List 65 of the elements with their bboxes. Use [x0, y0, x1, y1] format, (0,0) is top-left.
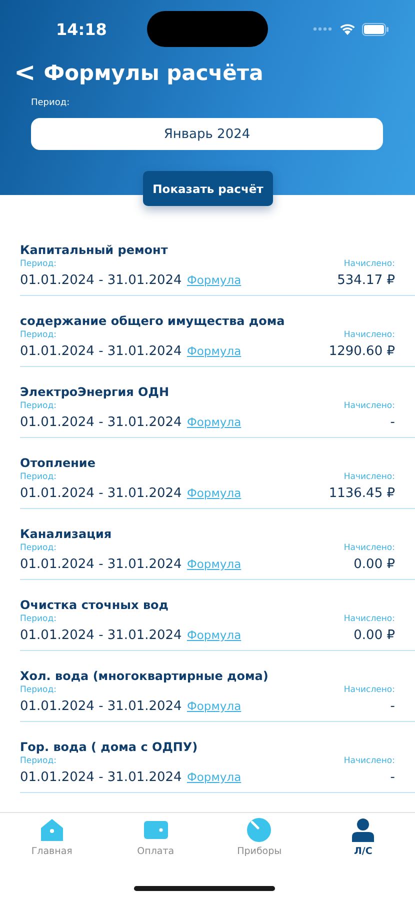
- formula-link[interactable]: Формула: [187, 770, 242, 784]
- period-dates: 01.01.2024 - 31.01.2024: [20, 344, 183, 359]
- period-caption: Период:: [20, 401, 58, 411]
- accrued-amount: 1136.45 ₽: [328, 486, 395, 501]
- accrued-amount: 0.00 ₽: [352, 557, 395, 572]
- period-dates: 01.01.2024 - 31.01.2024: [20, 415, 183, 430]
- accrued-caption: Начислено:: [342, 330, 395, 340]
- period-label: Период:: [31, 98, 71, 108]
- accrued-caption: Начислено:: [342, 259, 395, 269]
- charge-title: Отопление: [20, 456, 96, 470]
- formula-link[interactable]: Формула: [187, 628, 242, 642]
- tab[interactable]: Л/С: [311, 818, 415, 857]
- period-caption: Период:: [20, 756, 58, 766]
- accrued-caption: Начислено:: [344, 685, 395, 695]
- wallet-icon: [144, 818, 168, 842]
- period-dates: 01.01.2024 - 31.01.2024: [20, 628, 183, 643]
- signal-icon: [313, 27, 333, 31]
- period-dates: 01.01.2024 - 31.01.2024: [20, 770, 183, 785]
- user-icon: [351, 818, 376, 842]
- formula-link[interactable]: Формула: [187, 273, 242, 287]
- period-caption: Период:: [20, 259, 58, 269]
- back-button[interactable]: <: [12, 60, 38, 86]
- accrued-amount: -: [389, 770, 395, 785]
- period-caption: Период:: [20, 330, 58, 340]
- accrued-amount: 0.00 ₽: [352, 628, 395, 643]
- period-caption: Период:: [20, 614, 58, 624]
- page-title: Формулы расчёта: [44, 61, 264, 85]
- accrued-amount: -: [389, 699, 395, 714]
- wifi-icon: [339, 23, 356, 35]
- charge-title: содержание общего имущества дома: [20, 314, 286, 328]
- tab[interactable]: Оплата: [104, 818, 208, 857]
- period-dates: 01.01.2024 - 31.01.2024: [20, 486, 183, 501]
- period-caption: Период:: [20, 472, 58, 482]
- status-time: 14:18: [56, 20, 107, 38]
- gauge-icon: [247, 818, 272, 842]
- accrued-amount: 1290.60 ₽: [328, 344, 395, 359]
- show-calculation-button[interactable]: Показать расчёт: [143, 171, 273, 206]
- home-icon: [40, 818, 64, 842]
- formula-link[interactable]: Формула: [187, 486, 242, 500]
- charge-title: Капитальный ремонт: [20, 243, 169, 257]
- formula-link[interactable]: Формула: [187, 699, 242, 713]
- period-field[interactable]: Январь 2024: [31, 118, 383, 150]
- accrued-caption: Начислено:: [344, 756, 395, 766]
- tab[interactable]: Приборы: [208, 818, 312, 857]
- period-dates: 01.01.2024 - 31.01.2024: [20, 699, 183, 714]
- tab[interactable]: Главная: [0, 818, 104, 857]
- charge-title: ЭлектроЭнергия ОДН: [20, 385, 170, 399]
- accrued-caption: Начислено:: [344, 401, 395, 411]
- battery-icon: [362, 22, 389, 36]
- period-caption: Период:: [20, 543, 58, 553]
- accrued-amount: 534.17 ₽: [337, 273, 395, 288]
- period-caption: Период:: [20, 685, 58, 695]
- accrued-amount: -: [389, 415, 395, 430]
- accrued-caption: Начислено:: [344, 543, 395, 553]
- formula-link[interactable]: Формула: [187, 557, 242, 571]
- charge-title: Гор. вода ( дома с ОДПУ): [20, 740, 199, 754]
- formula-link[interactable]: Формула: [187, 415, 242, 429]
- charge-title: Хол. вода (многоквартирные дома): [20, 669, 270, 683]
- accrued-caption: Начислено:: [344, 614, 395, 624]
- period-dates: 01.01.2024 - 31.01.2024: [20, 557, 183, 572]
- charge-title: Очистка сточных вод: [20, 598, 170, 612]
- charge-title: Канализация: [20, 527, 113, 541]
- accrued-caption: Начислено:: [342, 472, 395, 482]
- period-dates: 01.01.2024 - 31.01.2024: [20, 273, 183, 288]
- formula-link[interactable]: Формула: [187, 344, 242, 358]
